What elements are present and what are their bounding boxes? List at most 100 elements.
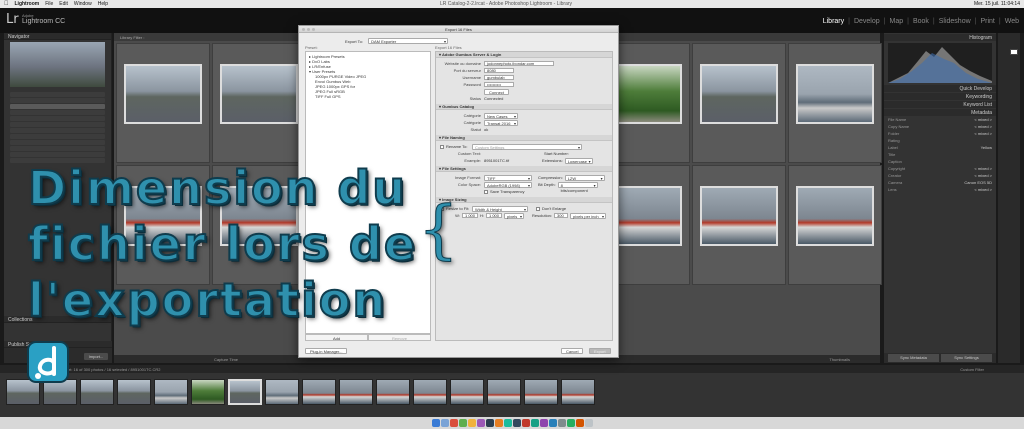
dock-app-icon[interactable] bbox=[557, 419, 566, 427]
size-unit-select[interactable]: pixels bbox=[504, 212, 524, 219]
dock-app-icon[interactable] bbox=[449, 419, 458, 427]
right-panel-scrollbar[interactable] bbox=[998, 33, 1020, 363]
website-input[interactable]: jodonnephoto.ibondar.com bbox=[484, 61, 554, 66]
module-library[interactable]: Library bbox=[822, 18, 845, 25]
filmstrip-thumb[interactable] bbox=[191, 379, 225, 405]
filmstrip-thumb[interactable] bbox=[524, 379, 558, 405]
folder-row[interactable] bbox=[10, 116, 105, 121]
filmstrip-thumb[interactable] bbox=[339, 379, 373, 405]
filmstrip-thumb[interactable] bbox=[487, 379, 521, 405]
close-icon[interactable] bbox=[302, 28, 305, 31]
dock-app-icon[interactable] bbox=[476, 419, 485, 427]
dock-app-icon[interactable] bbox=[539, 419, 548, 427]
dock-app-icon[interactable] bbox=[458, 419, 467, 427]
sort-select[interactable]: Capture Time bbox=[214, 357, 238, 362]
dock-app-icon[interactable] bbox=[584, 419, 593, 427]
photo-thumbnail[interactable] bbox=[796, 64, 874, 124]
import-button[interactable]: Import... bbox=[84, 353, 108, 360]
resize-select[interactable]: Width & Height bbox=[472, 205, 528, 212]
folder-row[interactable] bbox=[10, 104, 105, 109]
extensions-select[interactable]: Lowercase bbox=[564, 157, 593, 164]
image-format-select[interactable]: TIFF bbox=[484, 174, 532, 181]
grid-cell[interactable] bbox=[692, 43, 786, 163]
sync-metadata-button[interactable]: Sync Metadata bbox=[888, 354, 939, 362]
folder-row[interactable] bbox=[10, 152, 105, 157]
navigator-preview[interactable] bbox=[10, 42, 105, 87]
filmstrip-source[interactable]: Import: 16 of 300 photos / 16 selected /… bbox=[60, 367, 161, 372]
menu-window[interactable]: Window bbox=[74, 1, 92, 7]
filmstrip-thumb[interactable] bbox=[265, 379, 299, 405]
keywording-header[interactable]: Keywording bbox=[884, 93, 996, 100]
scroll-handle[interactable] bbox=[1010, 49, 1018, 55]
metadata-row[interactable]: Lens < mixed > bbox=[888, 187, 992, 193]
keyword-list-header[interactable]: Keyword List bbox=[884, 101, 996, 108]
subcategory-select[interactable]: Transat 2016 bbox=[484, 119, 518, 126]
filmstrip-thumb[interactable] bbox=[302, 379, 336, 405]
photo-thumbnail[interactable] bbox=[124, 64, 202, 124]
folder-row[interactable] bbox=[10, 122, 105, 127]
dock-app-icon[interactable] bbox=[512, 419, 521, 427]
metadata-row[interactable]: Caption bbox=[888, 159, 992, 165]
metadata-row[interactable]: File Name < mixed > bbox=[888, 117, 992, 123]
dont-enlarge-checkbox[interactable] bbox=[536, 206, 540, 211]
dock-app-icon[interactable] bbox=[566, 419, 575, 427]
photo-thumbnail[interactable] bbox=[700, 186, 778, 246]
module-map[interactable]: Map bbox=[888, 18, 904, 25]
metadata-row[interactable]: Rating bbox=[888, 138, 992, 144]
filmstrip-thumb[interactable] bbox=[561, 379, 595, 405]
plugin-manager-button[interactable]: Plug-in Manager... bbox=[305, 348, 348, 354]
dock-app-icon[interactable] bbox=[485, 419, 494, 427]
grid-cell[interactable] bbox=[788, 165, 882, 285]
quick-develop-header[interactable]: Quick Develop bbox=[884, 85, 996, 92]
port-input[interactable]: 8080 bbox=[484, 68, 514, 73]
filmstrip-thumb[interactable] bbox=[154, 379, 188, 405]
save-transparency-checkbox[interactable] bbox=[484, 189, 488, 194]
add-preset-button[interactable]: Add bbox=[305, 334, 368, 341]
folder-row[interactable] bbox=[10, 110, 105, 115]
thumbnail-size-label[interactable]: Thumbnails bbox=[829, 357, 850, 362]
module-develop[interactable]: Develop bbox=[853, 18, 881, 25]
rename-select[interactable]: Custom Settings bbox=[472, 143, 582, 150]
folder-row[interactable] bbox=[10, 146, 105, 151]
dock-app-icon[interactable] bbox=[494, 419, 503, 427]
dock-app-icon[interactable] bbox=[530, 419, 539, 427]
export-button[interactable]: Export bbox=[589, 348, 611, 354]
dock-app-icon[interactable] bbox=[503, 419, 512, 427]
connect-button[interactable]: Connect bbox=[484, 88, 509, 95]
histogram-header[interactable]: Histogram bbox=[884, 34, 996, 41]
folder-row[interactable] bbox=[10, 140, 105, 145]
minimize-icon[interactable] bbox=[307, 28, 310, 31]
zoom-icon[interactable] bbox=[312, 28, 315, 31]
filmstrip-thumb[interactable] bbox=[228, 379, 262, 405]
password-input[interactable]: •••••••••• bbox=[484, 82, 514, 87]
photo-thumbnail[interactable] bbox=[700, 64, 778, 124]
photo-thumbnail[interactable] bbox=[220, 64, 298, 124]
resolution-unit-select[interactable]: pixels per inch bbox=[570, 212, 607, 219]
cancel-button[interactable]: Cancel bbox=[561, 348, 584, 354]
module-print[interactable]: Print bbox=[979, 18, 995, 25]
grid-cell[interactable] bbox=[692, 165, 786, 285]
height-input[interactable]: 1 000 bbox=[486, 213, 502, 218]
metadata-row[interactable]: Label Yellow bbox=[888, 145, 992, 151]
module-web[interactable]: Web bbox=[1004, 18, 1020, 25]
remove-preset-button[interactable]: Remove bbox=[368, 334, 431, 341]
dock-app-icon[interactable] bbox=[548, 419, 557, 427]
filmstrip-thumb[interactable] bbox=[80, 379, 114, 405]
metadata-header[interactable]: Metadata bbox=[884, 109, 996, 116]
username-input[interactable]: gumbulab bbox=[484, 75, 514, 80]
module-slideshow[interactable]: Slideshow bbox=[938, 18, 972, 25]
category-select[interactable]: New Cases bbox=[484, 112, 518, 119]
dock-app-icon[interactable] bbox=[575, 419, 584, 427]
resolution-input[interactable]: 300 bbox=[554, 213, 569, 218]
menu-help[interactable]: Help bbox=[98, 1, 108, 7]
dock-app-icon[interactable] bbox=[521, 419, 530, 427]
metadata-row[interactable]: Folder < mixed > bbox=[888, 131, 992, 137]
grid-cell[interactable] bbox=[788, 43, 882, 163]
color-space-select[interactable]: AdobeRGB (1998) bbox=[484, 181, 532, 188]
folder-row[interactable] bbox=[10, 98, 105, 103]
menu-app[interactable]: Lightroom bbox=[15, 1, 40, 7]
metadata-row[interactable]: Creator < mixed > bbox=[888, 173, 992, 179]
rename-checkbox[interactable] bbox=[440, 144, 444, 149]
sync-settings-button[interactable]: Sync Settings bbox=[941, 354, 992, 362]
filmstrip-filter[interactable]: Custom Filter bbox=[960, 367, 984, 372]
